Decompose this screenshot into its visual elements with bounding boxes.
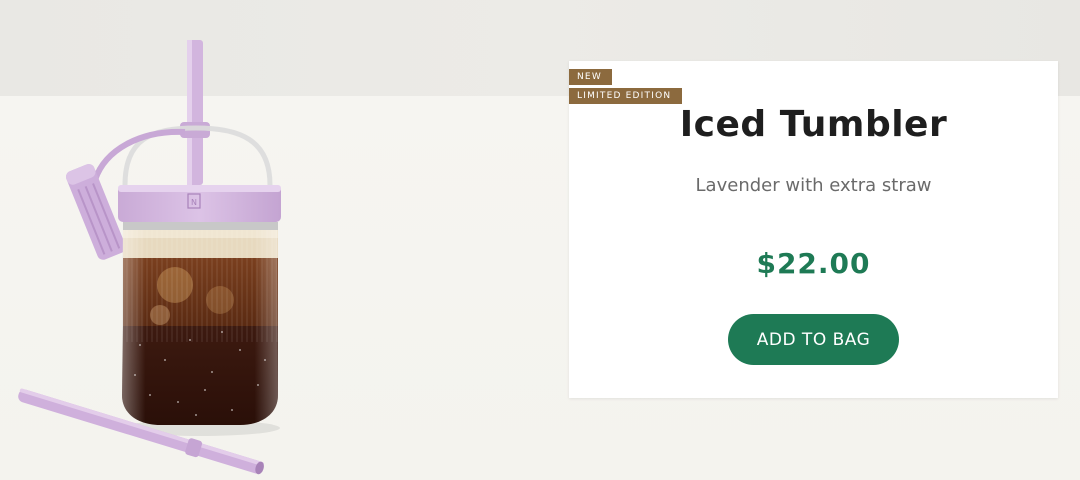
product-subtitle: Lavender with extra straw (695, 175, 932, 196)
svg-text:N: N (191, 198, 197, 207)
hero-banner: N NEW LIMITED EDITION Iced Tumbler Laven… (0, 0, 1080, 480)
tumbler-product-image: N (18, 40, 281, 475)
add-to-bag-button[interactable]: ADD TO BAG (728, 314, 899, 365)
product-title: Iced Tumbler (679, 104, 948, 145)
limited-edition-badge: LIMITED EDITION (569, 88, 682, 104)
product-price: $22.00 (756, 247, 871, 280)
new-badge: NEW (569, 69, 612, 85)
